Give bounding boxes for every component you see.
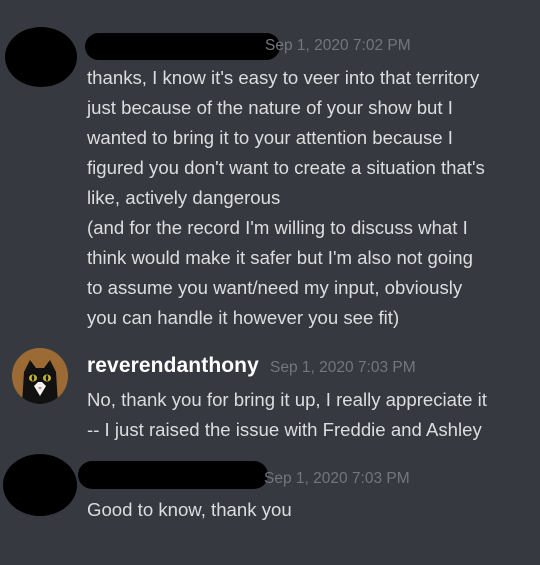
message-text-line: to assume you want/need my input, obviou… — [87, 277, 463, 298]
redacted-avatar[interactable] — [3, 454, 77, 516]
redacted-username — [78, 461, 268, 489]
message-timestamp: Sep 1, 2020 7:03 PM — [270, 359, 416, 376]
message-text-line: think would make it safer but I'm also n… — [87, 247, 473, 268]
cat-face-icon — [12, 348, 68, 404]
message-text-line: (and for the record I'm willing to discu… — [87, 217, 468, 238]
message-text-line: Good to know, thank you — [87, 499, 292, 520]
message-text-line: you can handle it however you see fit) — [87, 307, 400, 328]
message-timestamp: Sep 1, 2020 7:03 PM — [264, 470, 410, 487]
cat-avatar[interactable] — [12, 348, 68, 404]
message-text-line: thanks, I know it's easy to veer into th… — [87, 67, 480, 88]
message-text-line: wanted to bring it to your attention bec… — [87, 127, 453, 148]
redacted-username — [85, 33, 280, 60]
redacted-avatar[interactable] — [5, 27, 77, 87]
message-text-line: just because of the nature of your show … — [87, 97, 453, 118]
message-text-line: -- I just raised the issue with Freddie … — [87, 419, 482, 440]
message-timestamp: Sep 1, 2020 7:02 PM — [265, 37, 411, 54]
message-text-line: like, actively dangerous — [87, 187, 281, 208]
username[interactable]: reverendanthony — [87, 354, 259, 378]
message-text-line: figured you don't want to create a situa… — [87, 157, 485, 178]
message-text-line: No, thank you for bring it up, I really … — [87, 389, 487, 410]
